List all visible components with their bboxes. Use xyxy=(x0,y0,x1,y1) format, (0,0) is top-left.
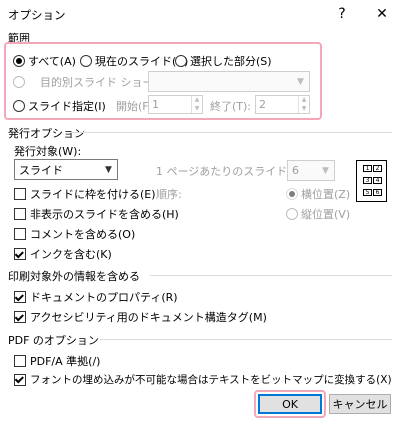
ok-button-label: OK xyxy=(282,397,298,411)
radio-all-indicator xyxy=(13,55,25,67)
target-dropdown[interactable]: スライド ▼ xyxy=(14,159,118,180)
check-ink-box xyxy=(14,248,26,260)
check-tags[interactable]: アクセシビリティ用のドキュメント構造タグ(M) xyxy=(14,309,267,325)
check-comments-box xyxy=(14,228,26,240)
close-icon: ✕ xyxy=(376,6,388,22)
target-value: スライド xyxy=(19,163,63,177)
check-pdfa[interactable]: PDF/A 準拠(/) xyxy=(14,353,100,369)
to-value: 2 xyxy=(259,98,266,111)
pdf-section-label: PDF のオプション xyxy=(8,334,99,347)
spin-up-icon[interactable]: ▲ xyxy=(299,96,309,105)
check-properties-box xyxy=(14,291,26,303)
check-comments-label: コメントを含める(O) xyxy=(30,228,136,241)
nonprint-divider xyxy=(150,275,392,276)
layout-cell-3: 3 xyxy=(363,177,372,184)
check-pdfa-label: PDF/A 準拠(/) xyxy=(30,355,101,368)
radio-vertical-label: 縦位置(V) xyxy=(301,208,351,221)
to-spinner[interactable]: 2 ▲ ▼ xyxy=(255,95,310,114)
check-pdfa-box xyxy=(14,355,26,367)
radio-vertical[interactable]: 縦位置(V) xyxy=(286,206,350,222)
radio-slides-indicator xyxy=(13,100,25,112)
layout-cell-6: 6 xyxy=(373,189,382,196)
cancel-button[interactable]: キャンセル xyxy=(329,394,391,414)
chevron-down-icon: ▼ xyxy=(105,164,112,175)
pdf-divider xyxy=(100,339,392,340)
check-bitmap[interactable]: フォントの埋め込みが不可能な場合はテキストをビットマップに変換する(X) xyxy=(14,372,392,387)
from-spinner[interactable]: 1 ▲ ▼ xyxy=(148,95,203,114)
radio-horizontal-label: 横位置(Z) xyxy=(301,188,351,201)
check-properties[interactable]: ドキュメントのプロパティ(R) xyxy=(14,289,178,305)
close-button[interactable]: ✕ xyxy=(372,4,392,24)
help-icon: ? xyxy=(338,6,346,22)
spin-up-icon[interactable]: ▲ xyxy=(192,96,202,105)
layout-cell-5: 5 xyxy=(363,189,372,196)
publish-divider xyxy=(70,132,392,133)
layout-cell-4: 4 xyxy=(373,177,382,184)
chevron-down-icon: ▼ xyxy=(297,76,304,87)
check-frame-box xyxy=(14,188,26,200)
check-hidden-label: 非表示のスライドを含める(H) xyxy=(30,208,179,221)
radio-custom-indicator xyxy=(13,76,25,88)
spin-down-icon[interactable]: ▼ xyxy=(299,105,309,114)
radio-horizontal-indicator xyxy=(286,188,298,200)
check-tags-label: アクセシビリティ用のドキュメント構造タグ(M) xyxy=(30,311,267,324)
to-label: 終了(T): xyxy=(210,100,252,113)
check-ink-label: インクを含む(K) xyxy=(30,248,112,261)
radio-vertical-indicator xyxy=(286,208,298,220)
radio-current-slide[interactable]: 現在のスライド(C) xyxy=(80,53,188,69)
check-hidden-box xyxy=(14,208,26,220)
check-bitmap-box xyxy=(14,373,26,386)
radio-all[interactable]: すべて(A) xyxy=(13,53,76,69)
spin-down-icon[interactable]: ▼ xyxy=(192,105,202,114)
publish-section-label: 発行オプション xyxy=(8,127,85,140)
radio-horizontal[interactable]: 横位置(Z) xyxy=(286,186,350,202)
order-label: 順序: xyxy=(156,188,182,201)
check-frame[interactable]: スライドに枠を付ける(E) xyxy=(14,186,156,202)
chevron-down-icon: ▼ xyxy=(322,165,329,176)
check-ink[interactable]: インクを含む(K) xyxy=(14,246,112,262)
handout-layout-icon: 1 2 3 4 5 6 xyxy=(356,160,387,202)
radio-slides-label: スライド指定(I) xyxy=(28,100,106,113)
radio-selection-label: 選択した部分(S) xyxy=(190,55,272,68)
radio-slides[interactable]: スライド指定(I) xyxy=(13,98,106,114)
per-page-value: 6 xyxy=(292,164,299,177)
check-properties-label: ドキュメントのプロパティ(R) xyxy=(30,291,178,304)
check-comments[interactable]: コメントを含める(O) xyxy=(14,226,135,242)
window-title: オプション xyxy=(8,8,66,22)
layout-cell-2: 2 xyxy=(373,165,382,172)
cancel-button-label: キャンセル xyxy=(332,398,388,411)
ok-button[interactable]: OK xyxy=(258,394,322,414)
radio-all-label: すべて(A) xyxy=(28,55,76,68)
check-hidden[interactable]: 非表示のスライドを含める(H) xyxy=(14,206,179,222)
help-button[interactable]: ? xyxy=(332,4,352,24)
nonprint-section-label: 印刷対象外の情報を含める xyxy=(8,270,140,283)
radio-selection[interactable]: 選択した部分(S) xyxy=(175,53,272,69)
check-bitmap-label: フォントの埋め込みが不可能な場合はテキストをビットマップに変換する(X) xyxy=(30,374,392,386)
check-frame-label: スライドに枠を付ける(E) xyxy=(30,188,156,201)
check-tags-box xyxy=(14,311,26,323)
radio-current-indicator xyxy=(80,55,92,67)
layout-cell-1: 1 xyxy=(363,165,372,172)
from-value: 1 xyxy=(152,98,159,111)
radio-selection-indicator xyxy=(175,55,187,67)
per-page-dropdown[interactable]: 6 ▼ xyxy=(287,160,335,181)
target-label: 発行対象(W): xyxy=(14,145,82,158)
custom-show-dropdown[interactable]: ▼ xyxy=(148,71,310,92)
